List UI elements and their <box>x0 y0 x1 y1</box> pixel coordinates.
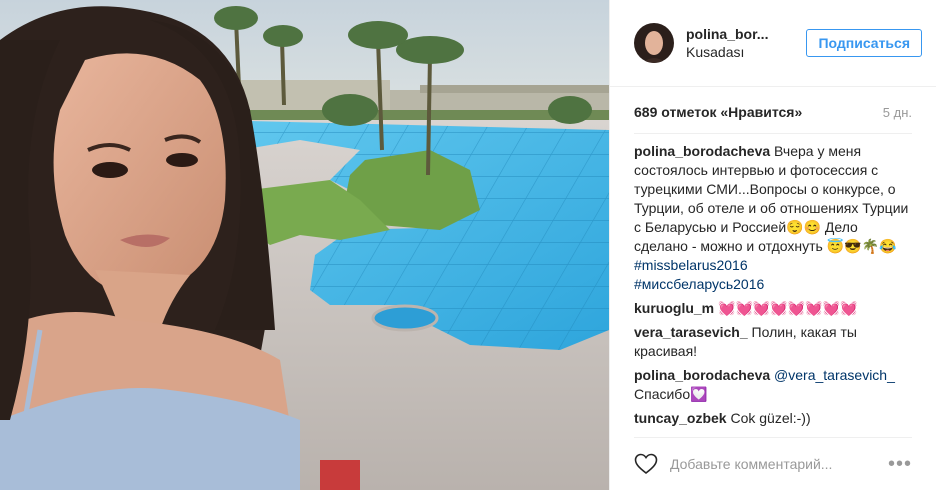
comment-item: kuruoglu_m 💓💓💓💓💓💓💓💓 <box>634 299 912 318</box>
comment-username[interactable]: kuruoglu_m <box>634 300 714 316</box>
follow-button[interactable]: Подписаться <box>806 29 922 57</box>
comment-item: polina_borodacheva @vera_tarasevich_ Спа… <box>634 366 912 404</box>
heart-icon[interactable] <box>634 453 658 475</box>
location-link[interactable]: Kusadası <box>686 44 806 60</box>
add-comment-input[interactable]: Добавьте комментарий... <box>670 456 888 472</box>
comment-text: 💓💓💓💓💓💓💓💓 <box>718 300 858 316</box>
post-header: polina_bor... Kusadası Подписаться <box>610 0 936 87</box>
post-photo[interactable] <box>0 0 609 490</box>
comment-username[interactable]: vera_tarasevich_ <box>634 324 748 340</box>
instagram-post: polina_bor... Kusadası Подписаться 689 о… <box>0 0 936 490</box>
post-meta: 689 отметок «Нравится» 5 дн. <box>610 87 936 123</box>
comment-username[interactable]: tuncay_ozbek <box>634 410 727 426</box>
likes-count[interactable]: 689 отметок «Нравится» <box>634 104 802 120</box>
comment-username[interactable]: polina_borodacheva <box>634 367 770 383</box>
post-age[interactable]: 5 дн. <box>883 105 912 120</box>
comment-text: Спасибо💟 <box>634 386 708 402</box>
username-link[interactable]: polina_bor... <box>686 26 806 42</box>
add-comment-row: Добавьте комментарий... ••• <box>634 437 912 490</box>
post-image <box>0 0 609 490</box>
mention-link[interactable]: @vera_tarasevich_ <box>774 367 895 383</box>
hashtag-link[interactable]: #миссбеларусь2016 <box>634 276 764 292</box>
comment-item: tuncay_ozbek Cok güzel:-)) <box>634 409 912 428</box>
comments-list: polina_borodacheva Вчера у меня состояло… <box>610 134 936 437</box>
avatar-image <box>634 23 674 63</box>
comment-item: vera_tarasevich_ Полин, какая ты красива… <box>634 323 912 361</box>
caption-username[interactable]: polina_borodacheva <box>634 143 770 159</box>
comment-text: Cok güzel:-)) <box>730 410 811 426</box>
more-options-icon[interactable]: ••• <box>888 453 912 476</box>
caption: polina_borodacheva Вчера у меня состояло… <box>634 142 912 294</box>
post-sidebar: polina_bor... Kusadası Подписаться 689 о… <box>609 0 936 490</box>
avatar[interactable] <box>634 23 674 63</box>
hashtag-link[interactable]: #missbelarus2016 <box>634 257 748 273</box>
caption-text: Вчера у меня состоялось интервью и фотос… <box>634 143 909 254</box>
user-info: polina_bor... Kusadası <box>686 26 806 60</box>
